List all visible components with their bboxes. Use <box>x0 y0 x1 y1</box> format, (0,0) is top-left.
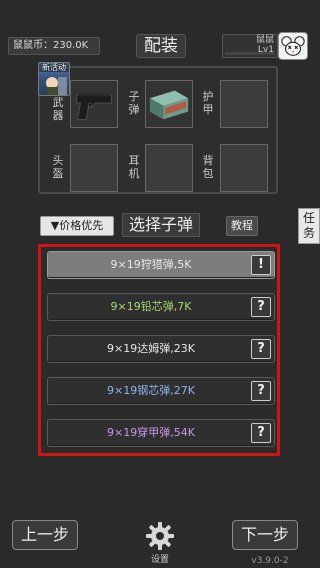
earphone-label: 耳机 <box>128 154 140 180</box>
avatar[interactable] <box>278 32 308 60</box>
backpack-slot[interactable] <box>220 144 268 192</box>
ammo-name: 9×19钢芯弹,27K <box>107 384 195 397</box>
ammo-box-icon <box>149 90 189 120</box>
currency-display: 鼠鼠币：230.0K <box>8 37 100 55</box>
sort-dropdown[interactable]: ▼价格优先 <box>40 216 114 236</box>
tutorial-button[interactable]: 教程 <box>226 216 258 236</box>
experience-bar <box>225 52 275 55</box>
ammo-item-1[interactable]: 9×19铅芯弹,7K ? <box>47 293 275 321</box>
armor-slot[interactable] <box>220 80 268 128</box>
ammo-slot[interactable] <box>145 80 193 128</box>
ammo-name: 9×19狩猎弹,5K <box>110 258 192 271</box>
event-character-icon <box>46 77 67 95</box>
new-event-badge[interactable]: 新活动 <box>38 62 70 96</box>
ammo-name: 9×19达姆弹,23K <box>107 342 195 355</box>
settings-label: 设置 <box>150 555 169 565</box>
question-icon[interactable]: ? <box>251 297 271 317</box>
ammo-slot-label: 子弹 <box>128 90 140 116</box>
profile-panel[interactable]: 鼠鼠 Lv1 <box>222 34 278 58</box>
armor-label: 护甲 <box>202 90 214 116</box>
question-icon[interactable]: ? <box>251 339 271 359</box>
ammo-item-0[interactable]: 9×19狩猎弹,5K ! <box>47 251 275 279</box>
profile-name: 鼠鼠 <box>255 35 274 45</box>
next-step-button[interactable]: 下一步 <box>232 520 298 550</box>
prev-step-button[interactable]: 上一步 <box>12 520 78 550</box>
version-label: v3.9.0-2 <box>251 556 289 566</box>
ammo-name: 9×19穿甲弹,54K <box>107 426 195 439</box>
ammo-name: 9×19铅芯弹,7K <box>110 300 192 313</box>
weapon-slot[interactable] <box>70 80 118 128</box>
ammo-item-4[interactable]: 9×19穿甲弹,54K ? <box>47 419 275 447</box>
question-icon[interactable]: ? <box>251 423 271 443</box>
question-icon[interactable]: ? <box>251 381 271 401</box>
backpack-label: 背包 <box>202 154 214 180</box>
ammo-item-2[interactable]: 9×19达姆弹,23K ? <box>47 335 275 363</box>
select-ammo-title: 选择子弹 <box>122 213 200 237</box>
task-button[interactable]: 任务 <box>298 208 320 244</box>
mouse-avatar-icon <box>281 36 305 56</box>
pistol-icon <box>76 93 112 120</box>
alert-icon[interactable]: ! <box>251 255 271 275</box>
helmet-label: 头盔 <box>52 154 64 180</box>
earphone-slot[interactable] <box>145 144 193 192</box>
ammo-list: 9×19狩猎弹,5K ! 9×19铅芯弹,7K ? 9×19达姆弹,23K ? … <box>38 244 280 456</box>
settings-button[interactable] <box>145 521 175 551</box>
page-title: 配装 <box>136 34 186 58</box>
gear-icon <box>146 522 174 550</box>
weapon-label: 武器 <box>52 96 64 122</box>
helmet-slot[interactable] <box>70 144 118 192</box>
ammo-item-3[interactable]: 9×19钢芯弹,27K ? <box>47 377 275 405</box>
